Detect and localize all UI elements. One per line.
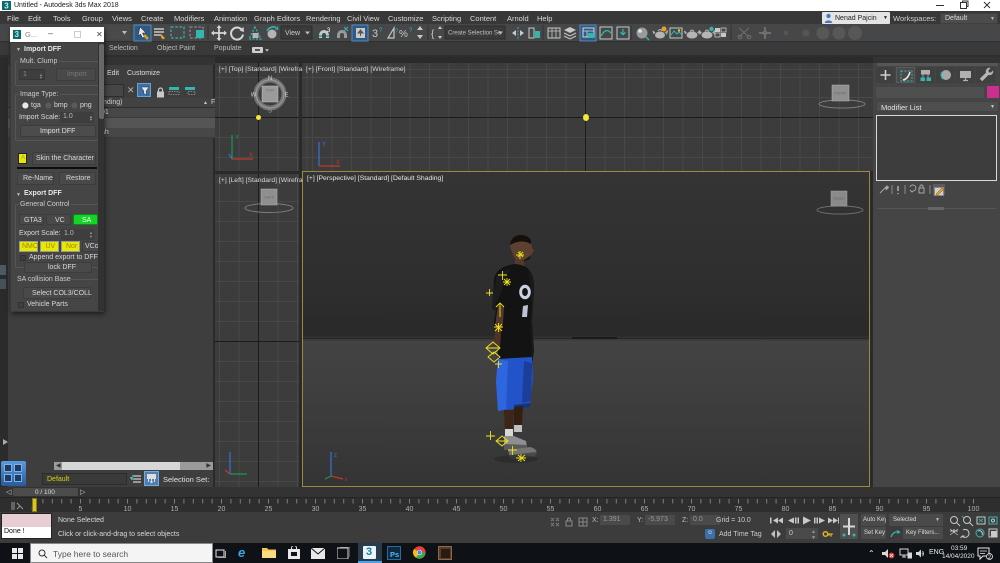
svg-text:Create Selection Se: Create Selection Se [448, 31, 502, 37]
svg-text:x: x [345, 477, 348, 483]
svg-text:%: % [399, 29, 408, 40]
svg-text:E: E [284, 93, 288, 99]
svg-text:FRONT: FRONT [833, 197, 846, 201]
svg-text:X: X [336, 160, 340, 166]
svg-text:Y: Y [322, 142, 326, 148]
svg-text:FRONT: FRONT [834, 92, 847, 96]
svg-text:?: ? [379, 28, 383, 34]
svg-text:TOP: TOP [266, 87, 274, 92]
svg-text:3: 3 [327, 28, 331, 34]
svg-text:3: 3 [372, 28, 378, 40]
svg-text:S: S [268, 109, 272, 114]
svg-text:3: 3 [4, 2, 9, 11]
svg-text:LEFT: LEFT [264, 196, 274, 200]
svg-text:X: X [249, 153, 253, 159]
svg-text:N: N [268, 76, 272, 82]
svg-text:W: W [251, 93, 257, 99]
svg-text:?: ? [409, 28, 413, 34]
svg-text:{: { [431, 29, 435, 40]
svg-text:z: z [334, 453, 337, 459]
svg-text:View: View [285, 30, 301, 37]
svg-text:Y: Y [235, 135, 239, 141]
